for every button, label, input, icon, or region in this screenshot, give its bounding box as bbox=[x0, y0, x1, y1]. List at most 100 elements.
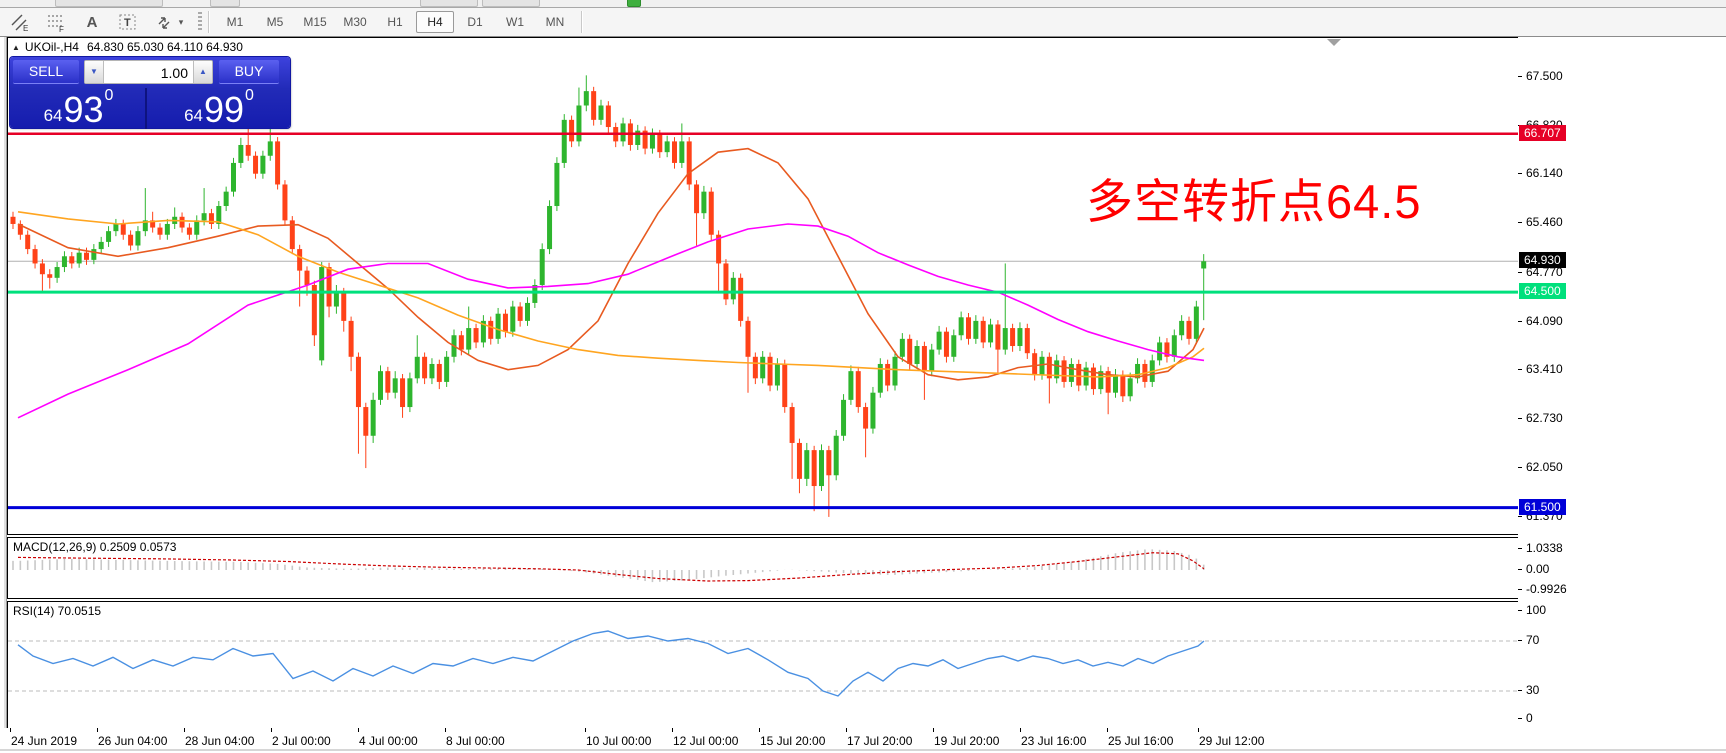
timeframe-bar: M1 M5 M15 M30 H1 H4 D1 W1 MN bbox=[215, 11, 575, 33]
support-level-badge: 61.500 bbox=[1519, 498, 1566, 515]
arrows-tool-icon[interactable]: ▾ bbox=[148, 9, 190, 35]
axis-tick bbox=[1518, 610, 1522, 611]
time-axis-label: 29 Jul 12:00 bbox=[1199, 734, 1265, 748]
candle bbox=[833, 430, 839, 481]
candle bbox=[517, 302, 523, 327]
candle bbox=[841, 394, 847, 441]
text-tool-icon[interactable]: A bbox=[76, 9, 108, 35]
rsi-axis-label: 100 bbox=[1526, 603, 1547, 617]
candle bbox=[179, 212, 185, 233]
candle bbox=[708, 187, 714, 241]
time-axis-label: 28 Jun 04:00 bbox=[185, 734, 255, 748]
chart-shift-marker-icon[interactable] bbox=[1327, 39, 1341, 46]
candle bbox=[635, 124, 641, 151]
pivot-level-badge: 64.500 bbox=[1519, 283, 1566, 300]
price-axis-label: 66.140 bbox=[1526, 166, 1563, 181]
text-label-icon[interactable]: T bbox=[112, 9, 144, 35]
candle bbox=[106, 226, 112, 247]
timeframe-m1[interactable]: M1 bbox=[216, 11, 254, 33]
toolbar-separator bbox=[581, 11, 582, 33]
candle bbox=[223, 186, 229, 212]
buy-button[interactable]: BUY bbox=[219, 59, 279, 84]
macd-signal-line bbox=[17, 552, 1205, 582]
macd-axis-label: -0.9926 bbox=[1526, 582, 1567, 597]
candle bbox=[201, 188, 207, 226]
timeframe-m5[interactable]: M5 bbox=[256, 11, 294, 33]
equidistant-channel-icon[interactable]: E bbox=[4, 9, 36, 35]
candle bbox=[120, 219, 126, 240]
axis-tick bbox=[1518, 690, 1522, 691]
sell-button[interactable]: SELL bbox=[13, 59, 79, 84]
candle bbox=[326, 262, 332, 318]
candle bbox=[54, 262, 60, 283]
candle bbox=[774, 358, 780, 391]
candle bbox=[988, 318, 994, 348]
candle bbox=[966, 312, 971, 345]
time-axis-label: 26 Jun 04:00 bbox=[98, 734, 168, 748]
timeframe-mn[interactable]: MN bbox=[536, 11, 574, 33]
axis-tick bbox=[1518, 515, 1522, 517]
candle bbox=[936, 325, 942, 355]
rsi-panel: RSI(14) 70.0515 bbox=[7, 601, 1519, 729]
candle bbox=[348, 316, 354, 372]
partial-button bbox=[482, 0, 540, 7]
candle bbox=[1135, 358, 1141, 384]
partial-button bbox=[55, 0, 163, 7]
candle bbox=[61, 251, 67, 273]
rsi-axis-label: 0 bbox=[1526, 711, 1533, 725]
candle bbox=[444, 351, 450, 387]
metatrader-window: { "toolbar": { "tools": [ {"name": "equi… bbox=[0, 0, 1726, 753]
sell-price-sup: 0 bbox=[104, 87, 114, 104]
chart-annotation-text[interactable]: 多空转折点64.5 bbox=[1086, 163, 1421, 232]
partial-toolbar-strip bbox=[0, 0, 1726, 8]
timeframe-h4[interactable]: H4 bbox=[416, 11, 454, 33]
candle bbox=[547, 200, 553, 255]
candle bbox=[1186, 316, 1192, 345]
toolbar-grip[interactable] bbox=[198, 12, 202, 32]
buy-price-display[interactable]: 64 99 0 bbox=[150, 88, 288, 129]
candle bbox=[672, 137, 677, 169]
time-axis-label: 24 Jun 2019 bbox=[11, 734, 78, 748]
svg-text:T: T bbox=[124, 17, 131, 29]
timeframe-m30[interactable]: M30 bbox=[336, 11, 374, 33]
macd-label: MACD(12,26,9) 0.2509 0.0573 bbox=[13, 540, 177, 554]
candle bbox=[194, 215, 200, 240]
axis-tick bbox=[1518, 569, 1522, 570]
candle bbox=[282, 180, 288, 226]
candle bbox=[69, 251, 75, 269]
timeframe-d1[interactable]: D1 bbox=[456, 11, 494, 33]
candle bbox=[385, 366, 391, 400]
axis-tick bbox=[1518, 222, 1522, 224]
buy-price-big: 99 bbox=[203, 88, 245, 130]
time-tick bbox=[97, 728, 98, 732]
candle bbox=[914, 340, 920, 369]
candle bbox=[1201, 254, 1207, 321]
volume-increase-icon[interactable]: ▲ bbox=[193, 60, 212, 83]
candle bbox=[539, 243, 545, 291]
candle bbox=[480, 315, 486, 348]
candle bbox=[1164, 338, 1170, 363]
candle bbox=[473, 323, 479, 349]
partial-icon-green bbox=[627, 0, 641, 7]
candle bbox=[723, 259, 729, 306]
candle bbox=[554, 157, 560, 212]
volume-decrease-icon[interactable]: ▼ bbox=[85, 60, 104, 83]
candle bbox=[1002, 263, 1008, 355]
time-tick bbox=[585, 728, 586, 732]
candle bbox=[958, 311, 964, 341]
timeframe-h1[interactable]: H1 bbox=[376, 11, 414, 33]
timeframe-w1[interactable]: W1 bbox=[496, 11, 534, 33]
candle bbox=[429, 358, 435, 385]
candle bbox=[686, 137, 692, 191]
sell-price-display[interactable]: 64 93 0 bbox=[12, 88, 147, 129]
collapse-panel-icon[interactable]: ▲ bbox=[12, 43, 20, 52]
candle bbox=[1061, 356, 1067, 388]
volume-input[interactable] bbox=[104, 60, 193, 83]
time-tick bbox=[445, 728, 446, 732]
timeframe-m15[interactable]: M15 bbox=[296, 11, 334, 33]
candle bbox=[245, 125, 251, 161]
candle bbox=[407, 372, 413, 413]
ma-slow-line[interactable] bbox=[17, 223, 1205, 419]
candle bbox=[135, 226, 141, 251]
fibonacci-icon[interactable]: F bbox=[40, 9, 72, 35]
